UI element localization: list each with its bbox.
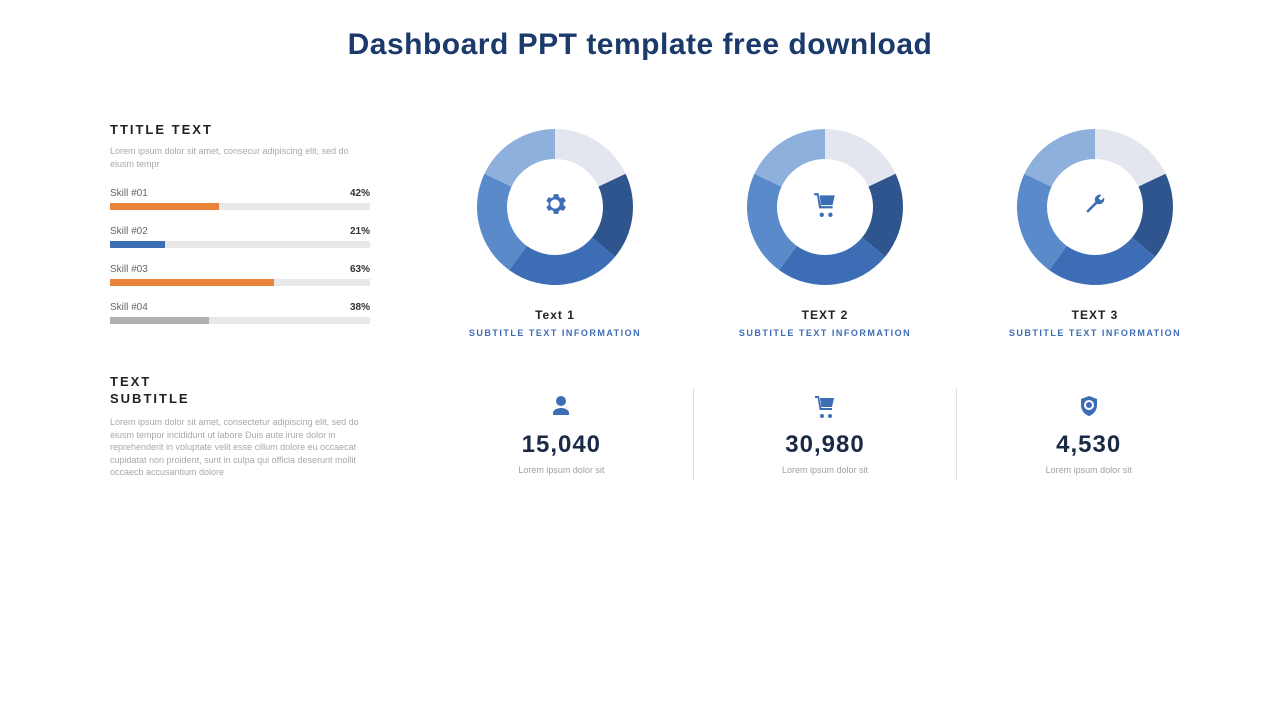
- right-column: Text 1 SUBTITLE TEXT INFORMATION TEXT 2 …: [370, 122, 1220, 497]
- donut-row: Text 1 SUBTITLE TEXT INFORMATION TEXT 2 …: [430, 122, 1220, 338]
- donut-label: Text 1: [430, 308, 680, 322]
- bar-fill: [110, 203, 219, 210]
- shield-icon: [957, 394, 1220, 423]
- skill-pct: 42%: [350, 188, 370, 199]
- skill-row: Skill #02 21%: [110, 226, 370, 248]
- stats-row: 15,040 Lorem ipsum dolor sit 30,980 Lore…: [430, 388, 1220, 481]
- skills-heading: TTITLE TEXT: [110, 122, 370, 137]
- stat-item: 15,040 Lorem ipsum dolor sit: [430, 388, 694, 481]
- skill-pct: 63%: [350, 264, 370, 275]
- stat-item: 4,530 Lorem ipsum dolor sit: [957, 388, 1220, 481]
- stat-caption: Lorem ipsum dolor sit: [694, 465, 957, 475]
- bar-track: [110, 279, 370, 286]
- content-area: TTITLE TEXT Lorem ipsum dolor sit amet, …: [0, 62, 1280, 497]
- skill-row: Skill #04 38%: [110, 302, 370, 324]
- text-subtitle-line1: TEXT: [110, 374, 151, 389]
- bar-fill: [110, 317, 209, 324]
- gears-icon: [541, 190, 569, 224]
- stat-value: 4,530: [957, 431, 1220, 459]
- donut-chart: [1010, 122, 1180, 292]
- donut-label: TEXT 2: [700, 308, 950, 322]
- skill-label: Skill #01: [110, 188, 148, 199]
- bar-fill: [110, 279, 274, 286]
- text-subtitle-line2: SUBTITLE: [110, 391, 190, 406]
- bar-track: [110, 317, 370, 324]
- cart-icon: [812, 191, 838, 223]
- page-title: Dashboard PPT template free download: [0, 0, 1280, 62]
- skill-pct: 21%: [350, 226, 370, 237]
- skill-row: Skill #03 63%: [110, 264, 370, 286]
- donut-item: TEXT 2 SUBTITLE TEXT INFORMATION: [700, 122, 950, 338]
- skills-block: TTITLE TEXT Lorem ipsum dolor sit amet, …: [110, 122, 370, 324]
- text-subtitle-block: TEXT SUBTITLE Lorem ipsum dolor sit amet…: [110, 374, 370, 479]
- user-icon: [430, 394, 693, 423]
- skills-sub: Lorem ipsum dolor sit amet, consecur adi…: [110, 145, 370, 170]
- left-column: TTITLE TEXT Lorem ipsum dolor sit amet, …: [110, 122, 370, 497]
- donut-sub: SUBTITLE TEXT INFORMATION: [430, 328, 680, 338]
- skill-pct: 38%: [350, 302, 370, 313]
- stat-caption: Lorem ipsum dolor sit: [430, 465, 693, 475]
- stat-value: 30,980: [694, 431, 957, 459]
- cart-icon: [694, 394, 957, 423]
- donut-chart: [740, 122, 910, 292]
- stat-caption: Lorem ipsum dolor sit: [957, 465, 1220, 475]
- bar-fill: [110, 241, 165, 248]
- donut-item: TEXT 3 SUBTITLE TEXT INFORMATION: [970, 122, 1220, 338]
- text-subtitle-heading: TEXT SUBTITLE: [110, 374, 370, 408]
- donut-sub: SUBTITLE TEXT INFORMATION: [970, 328, 1220, 338]
- wrench-icon: [1083, 192, 1107, 222]
- bar-track: [110, 203, 370, 210]
- skill-row: Skill #01 42%: [110, 188, 370, 210]
- donut-chart: [470, 122, 640, 292]
- text-subtitle-body: Lorem ipsum dolor sit amet, consectetur …: [110, 416, 370, 479]
- bar-track: [110, 241, 370, 248]
- skill-label: Skill #03: [110, 264, 148, 275]
- skill-label: Skill #04: [110, 302, 148, 313]
- stat-item: 30,980 Lorem ipsum dolor sit: [694, 388, 958, 481]
- stat-value: 15,040: [430, 431, 693, 459]
- donut-sub: SUBTITLE TEXT INFORMATION: [700, 328, 950, 338]
- skill-label: Skill #02: [110, 226, 148, 237]
- donut-item: Text 1 SUBTITLE TEXT INFORMATION: [430, 122, 680, 338]
- donut-label: TEXT 3: [970, 308, 1220, 322]
